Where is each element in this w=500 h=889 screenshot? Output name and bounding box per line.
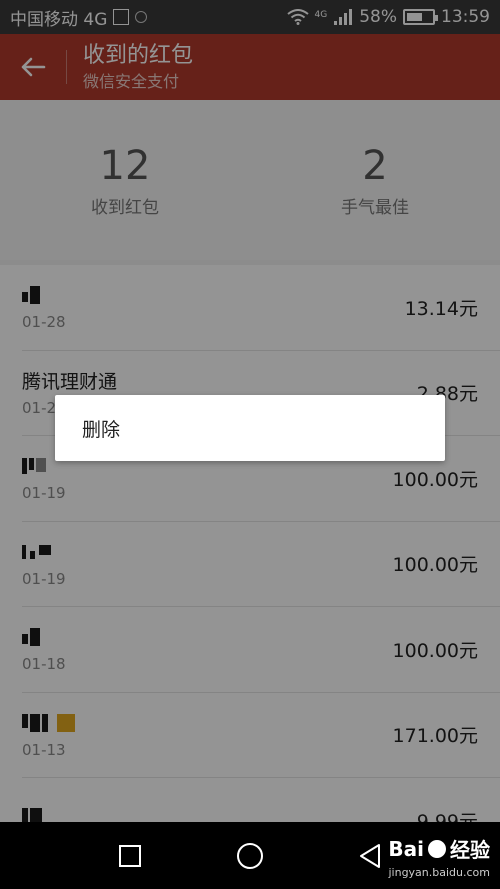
square-icon bbox=[119, 844, 141, 867]
delete-menu-item[interactable]: 删除 bbox=[82, 415, 120, 442]
recent-apps-button[interactable] bbox=[110, 836, 150, 876]
triangle-back-icon bbox=[360, 843, 380, 868]
baidu-watermark: Bai 经验 bbox=[388, 836, 490, 863]
baidu-paw-icon bbox=[428, 839, 446, 858]
watermark-domain: jingyan.baidu.com bbox=[388, 866, 490, 879]
context-menu: 删除 bbox=[55, 395, 445, 461]
circle-icon bbox=[237, 842, 263, 869]
home-button[interactable] bbox=[230, 836, 270, 876]
nav-back-button[interactable] bbox=[350, 836, 390, 876]
